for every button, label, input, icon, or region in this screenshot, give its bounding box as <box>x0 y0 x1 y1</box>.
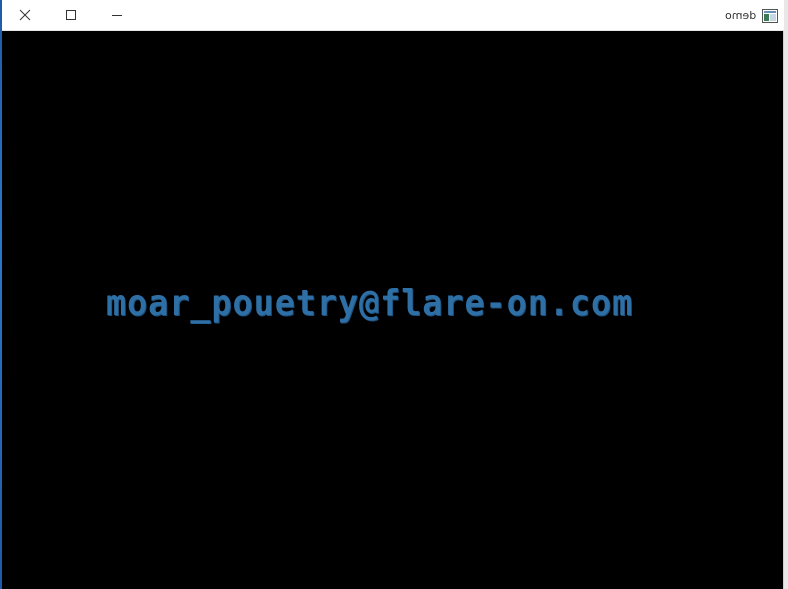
close-icon <box>19 9 31 21</box>
maximize-button[interactable] <box>48 0 94 30</box>
maximize-icon <box>66 10 76 20</box>
desktop-edge-right <box>783 0 788 589</box>
app-window-icon <box>762 8 778 23</box>
client-area: moar_pouetry@flare-on.com <box>2 31 783 589</box>
minimize-button[interactable] <box>94 0 140 30</box>
minimize-icon <box>112 10 122 20</box>
flag-email-text: moar_pouetry@flare-on.com <box>106 283 634 324</box>
window-title: demo <box>724 8 756 22</box>
title-area: demo <box>725 6 778 24</box>
title-bar[interactable]: demo <box>2 0 784 31</box>
app-window: demo moar_pouetry@flare-on.com <box>0 0 788 589</box>
close-button[interactable] <box>2 0 48 30</box>
